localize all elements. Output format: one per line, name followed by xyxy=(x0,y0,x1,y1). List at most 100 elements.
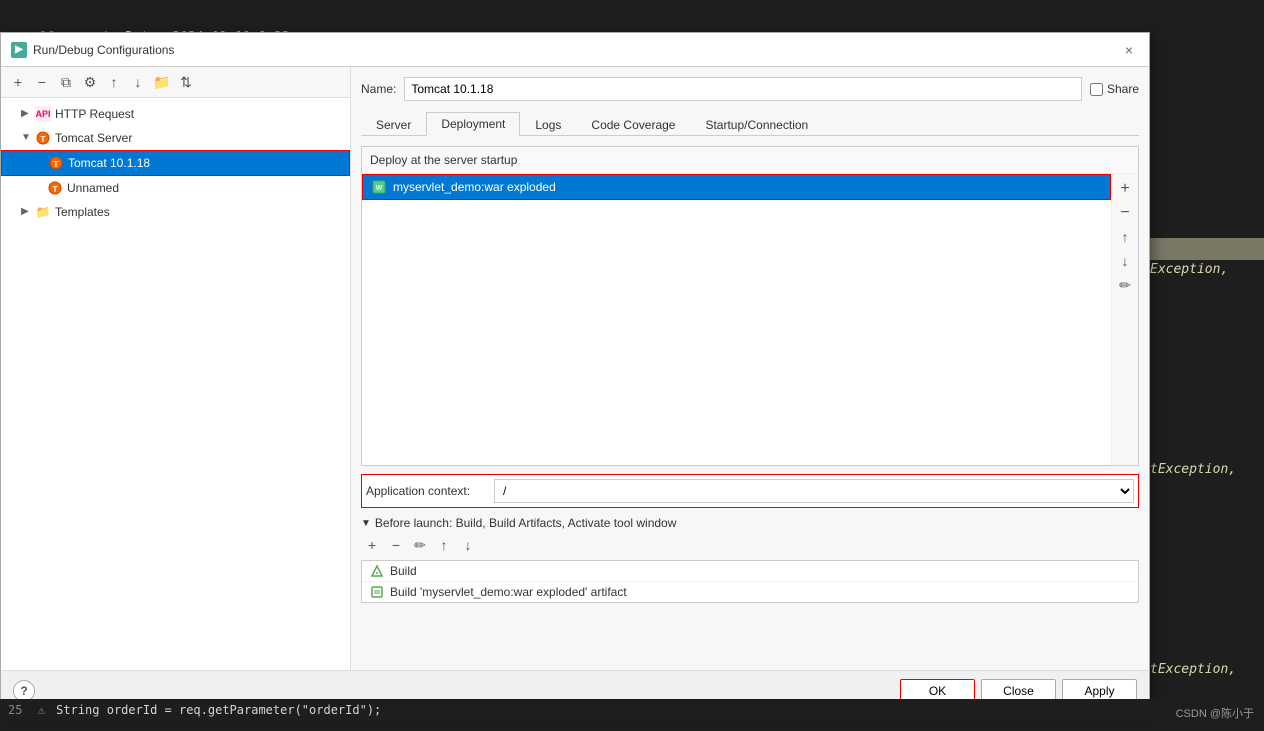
editor-bottom-line: 25 ⚠ String orderId = req.getParameter("… xyxy=(0,699,1264,721)
tab-startup-connection[interactable]: Startup/Connection xyxy=(690,112,823,136)
up-artifact-button[interactable]: ↑ xyxy=(1114,226,1136,248)
left-toolbar: + − ⧉ ⚙ ↑ ↓ 📁 xyxy=(1,67,350,98)
deploy-list-container: W myservlet_demo:war exploded + − ↑ ↓ ✏ xyxy=(362,174,1138,465)
before-launch-arrow[interactable]: ▼ xyxy=(361,518,371,529)
artifact-icon xyxy=(370,585,384,599)
svg-text:T: T xyxy=(41,135,46,144)
tomcat-server-arrow[interactable]: ▼ xyxy=(21,128,35,148)
tab-logs[interactable]: Logs xyxy=(520,112,576,136)
tree-item-tomcat-server[interactable]: ▼ T Tomcat Server xyxy=(1,126,350,150)
add-config-button[interactable]: + xyxy=(7,71,29,93)
add-launch-button[interactable]: + xyxy=(361,534,383,556)
config-tree[interactable]: ▶ API HTTP Request ▼ T Tomcat Server xyxy=(1,98,350,670)
svg-text:W: W xyxy=(376,185,383,192)
settings-button[interactable]: ⚙ xyxy=(79,71,101,93)
name-label: Name: xyxy=(361,82,396,96)
down-artifact-button[interactable]: ↓ xyxy=(1114,250,1136,272)
exception-line-3: tException, xyxy=(1150,660,1264,680)
up-icon: ↑ xyxy=(111,74,118,90)
share-checkbox[interactable] xyxy=(1090,83,1103,96)
context-label: Application context: xyxy=(366,484,486,498)
templates-label: Templates xyxy=(55,202,110,222)
tomcat-server-icon: T xyxy=(35,130,51,146)
http-request-label: HTTP Request xyxy=(55,104,134,124)
tabs-row: Server Deployment Logs Code Coverage Sta… xyxy=(361,111,1139,136)
folder-icon: 📁 xyxy=(153,74,170,91)
tab-deployment[interactable]: Deployment xyxy=(426,112,520,136)
move-down-button[interactable]: ↓ xyxy=(127,71,149,93)
add-icon: + xyxy=(14,74,22,90)
deploy-item-myservlet[interactable]: W myservlet_demo:war exploded xyxy=(362,174,1111,200)
deploy-item-label: myservlet_demo:war exploded xyxy=(393,180,556,194)
edit-launch-button[interactable]: ✏ xyxy=(409,534,431,556)
dialog-title: Run/Debug Configurations xyxy=(33,43,174,57)
down-icon: ↓ xyxy=(135,74,142,90)
tree-item-unnamed[interactable]: ▶ T Unnamed xyxy=(1,176,350,200)
csdn-watermark: CSDN @陈小于 xyxy=(1176,705,1254,721)
remove-icon: − xyxy=(38,74,46,90)
exception-line-1: Exception, xyxy=(1150,260,1264,280)
move-to-folder-button[interactable]: 📁 xyxy=(151,71,173,93)
right-panel: Name: Share Server Deployment Logs Code … xyxy=(351,67,1149,670)
sort-button[interactable]: ⇅ xyxy=(175,71,197,93)
up-launch-button[interactable]: ↑ xyxy=(433,534,455,556)
move-up-button[interactable]: ↑ xyxy=(103,71,125,93)
deploy-list[interactable]: W myservlet_demo:war exploded xyxy=(362,174,1111,465)
run-debug-dialog: ▶ Run/Debug Configurations × + − ⧉ ⚙ xyxy=(0,32,1150,712)
build-icon xyxy=(370,564,384,578)
copy-config-button[interactable]: ⧉ xyxy=(55,71,77,93)
templates-icon: 📁 xyxy=(35,204,51,220)
remove-config-button[interactable]: − xyxy=(31,71,53,93)
copy-icon: ⧉ xyxy=(61,74,71,91)
http-request-arrow[interactable]: ▶ xyxy=(21,104,35,124)
add-artifact-button[interactable]: + xyxy=(1114,178,1136,200)
dialog-close-button[interactable]: × xyxy=(1119,40,1139,60)
templates-arrow[interactable]: ▶ xyxy=(21,202,35,222)
context-row: Application context: / xyxy=(361,474,1139,508)
svg-text:T: T xyxy=(53,185,58,194)
dialog-body: + − ⧉ ⚙ ↑ ↓ 📁 xyxy=(1,67,1149,670)
deploy-header: Deploy at the server startup xyxy=(362,147,1138,174)
remove-artifact-button[interactable]: − xyxy=(1114,202,1136,224)
war-icon: W xyxy=(371,179,387,195)
launch-artifact-label: Build 'myservlet_demo:war exploded' arti… xyxy=(390,585,627,599)
unnamed-icon: T xyxy=(47,180,63,196)
sort-icon: ⇅ xyxy=(180,74,192,91)
tomcat-server-label: Tomcat Server xyxy=(55,128,132,148)
tomcat-10-icon: T xyxy=(48,155,64,171)
before-launch-toolbar: + − ✏ ↑ ↓ xyxy=(361,534,1139,556)
http-request-icon: API xyxy=(35,106,51,122)
left-panel: + − ⧉ ⚙ ↑ ↓ 📁 xyxy=(1,67,351,670)
name-input[interactable] xyxy=(404,77,1082,101)
dialog-titlebar: ▶ Run/Debug Configurations × xyxy=(1,33,1149,67)
share-label: Share xyxy=(1107,82,1139,96)
tab-server[interactable]: Server xyxy=(361,112,426,136)
name-row: Name: Share xyxy=(361,77,1139,101)
tab-code-coverage[interactable]: Code Coverage xyxy=(576,112,690,136)
down-launch-button[interactable]: ↓ xyxy=(457,534,479,556)
edit-artifact-button[interactable]: ✏ xyxy=(1114,274,1136,296)
svg-text:T: T xyxy=(54,160,59,169)
context-select[interactable]: / xyxy=(494,479,1134,503)
tree-item-templates[interactable]: ▶ 📁 Templates xyxy=(1,200,350,224)
dialog-title-area: ▶ Run/Debug Configurations xyxy=(11,42,174,58)
before-launch-list: Build Build 'myservlet_demo:war exploded… xyxy=(361,560,1139,603)
launch-item-artifact[interactable]: Build 'myservlet_demo:war exploded' arti… xyxy=(362,582,1138,602)
launch-item-build[interactable]: Build xyxy=(362,561,1138,582)
tomcat-10-label: Tomcat 10.1.18 xyxy=(68,153,150,173)
tree-item-http-request[interactable]: ▶ API HTTP Request xyxy=(1,102,350,126)
exception-line-2: tException, xyxy=(1150,460,1264,480)
settings-icon: ⚙ xyxy=(84,74,97,91)
before-launch-header: ▼ Before launch: Build, Build Artifacts,… xyxy=(361,516,1139,530)
deploy-section: Deploy at the server startup W myservlet… xyxy=(361,146,1139,466)
unnamed-label: Unnamed xyxy=(67,178,119,198)
before-launch-label: Before launch: Build, Build Artifacts, A… xyxy=(375,516,677,530)
share-row: Share xyxy=(1090,82,1139,96)
remove-launch-button[interactable]: − xyxy=(385,534,407,556)
dialog-icon: ▶ xyxy=(11,42,27,58)
editor-right-panel: Exception, tException, tException, xyxy=(1150,0,1264,731)
launch-build-label: Build xyxy=(390,564,417,578)
tree-item-tomcat-10[interactable]: ▶ T Tomcat 10.1.18 xyxy=(1,150,350,176)
deploy-side-toolbar: + − ↑ ↓ ✏ xyxy=(1111,174,1138,465)
before-launch-section: ▼ Before launch: Build, Build Artifacts,… xyxy=(361,516,1139,603)
